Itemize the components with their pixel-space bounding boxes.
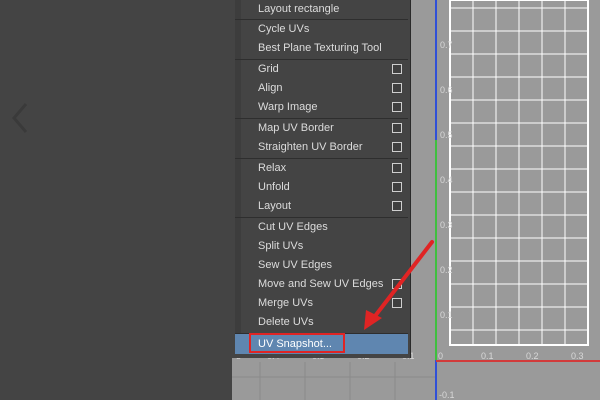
annotation-arrow-icon (364, 240, 434, 330)
